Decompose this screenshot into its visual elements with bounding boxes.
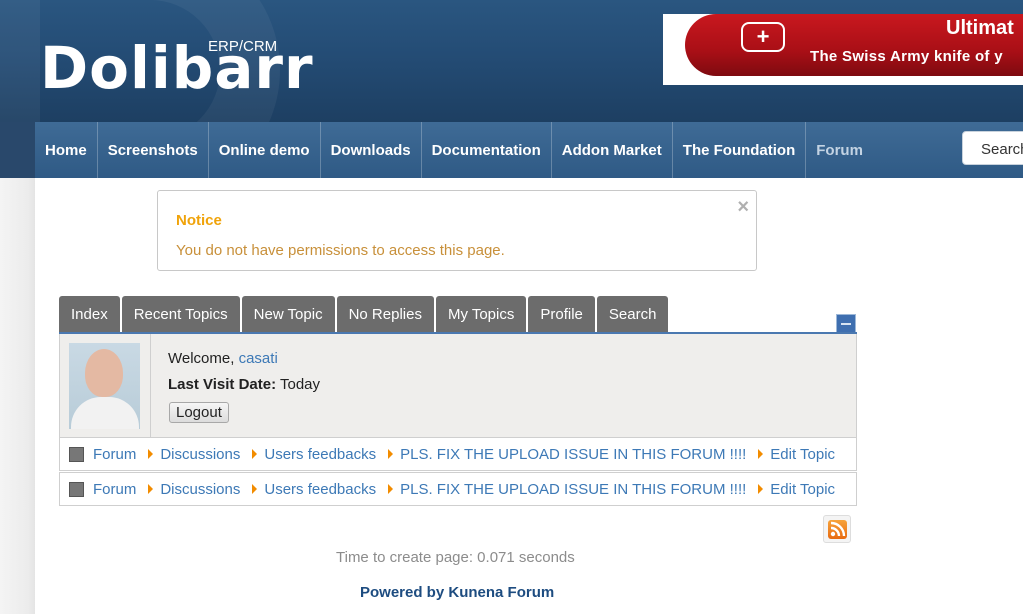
breadcrumb: Forum Discussions Users feedbacks PLS. F…: [59, 437, 857, 471]
breadcrumb-topic[interactable]: PLS. FIX THE UPLOAD ISSUE IN THIS FORUM …: [400, 481, 746, 498]
breadcrumb-discussions[interactable]: Discussions: [160, 446, 240, 463]
nav-the-foundation[interactable]: The Foundation: [673, 122, 807, 178]
nav-forum[interactable]: Forum: [806, 122, 873, 178]
tab-new-topic[interactable]: New Topic: [241, 296, 335, 333]
breadcrumb-forum[interactable]: Forum: [93, 481, 136, 498]
avatar[interactable]: [69, 343, 140, 429]
tab-my-topics[interactable]: My Topics: [435, 296, 527, 333]
breadcrumb-arrow-icon: [148, 484, 154, 494]
last-visit-value: Today: [280, 376, 321, 393]
swiss-cross-icon: +: [741, 22, 785, 52]
tab-search[interactable]: Search: [596, 296, 669, 333]
banner-title: Ultimat: [946, 17, 1014, 39]
powered-by-link[interactable]: Powered by Kunena Forum: [360, 584, 554, 601]
breadcrumb: Forum Discussions Users feedbacks PLS. F…: [59, 472, 857, 506]
notice-box: Notice You do not have permissions to ac…: [157, 190, 757, 271]
breadcrumb-topic[interactable]: PLS. FIX THE UPLOAD ISSUE IN THIS FORUM …: [400, 446, 746, 463]
breadcrumb-forum[interactable]: Forum: [93, 446, 136, 463]
breadcrumb-arrow-icon: [758, 449, 764, 459]
nav-downloads[interactable]: Downloads: [321, 122, 422, 178]
nav-addon-market[interactable]: Addon Market: [552, 122, 673, 178]
breadcrumb-arrow-icon: [252, 484, 258, 494]
breadcrumb-users-feedbacks[interactable]: Users feedbacks: [264, 446, 376, 463]
breadcrumb-arrow-icon: [148, 449, 154, 459]
breadcrumb-discussions[interactable]: Discussions: [160, 481, 240, 498]
forum-tabs: Index Recent Topics New Topic No Replies…: [59, 296, 670, 333]
main-nav: Home Screenshots Online demo Downloads D…: [35, 122, 1023, 178]
welcome-line: Welcome, casati: [168, 350, 278, 367]
last-visit-line: Last Visit Date: Today: [168, 376, 320, 393]
forum-square-icon: [69, 481, 84, 497]
search-input[interactable]: Search: [962, 131, 1023, 165]
welcome-label: Welcome,: [168, 350, 235, 367]
avatar-body-shape: [71, 397, 139, 429]
left-shadow: [0, 178, 35, 614]
notice-message: You do not have permissions to access th…: [176, 242, 505, 259]
breadcrumb-arrow-icon: [758, 484, 764, 494]
banner-subtitle: The Swiss Army knife of y: [810, 48, 1003, 65]
close-icon[interactable]: ×: [737, 197, 749, 217]
rss-feed-graphic: [828, 520, 847, 539]
nav-screenshots[interactable]: Screenshots: [98, 122, 209, 178]
logout-button[interactable]: Logout: [169, 402, 229, 423]
breadcrumb-arrow-icon: [388, 449, 394, 459]
breadcrumb-arrow-icon: [252, 449, 258, 459]
tab-index[interactable]: Index: [59, 296, 120, 333]
rss-icon[interactable]: [823, 515, 851, 543]
logo-subtitle: ERP/CRM: [208, 38, 278, 55]
avatar-cell: [60, 334, 151, 437]
breadcrumb-arrow-icon: [388, 484, 394, 494]
breadcrumb-edit-topic[interactable]: Edit Topic: [770, 481, 835, 498]
forum-square-icon: [69, 446, 84, 462]
nav-online-demo[interactable]: Online demo: [209, 122, 321, 178]
tab-recent-topics[interactable]: Recent Topics: [121, 296, 240, 333]
nav-home[interactable]: Home: [35, 122, 98, 178]
collapse-icon[interactable]: [836, 314, 856, 333]
avatar-head-shape: [85, 349, 123, 397]
nav-documentation[interactable]: Documentation: [422, 122, 552, 178]
ad-banner[interactable]: + Ultimat The Swiss Army knife of y: [663, 14, 1023, 85]
tab-profile[interactable]: Profile: [528, 296, 595, 333]
username-link[interactable]: casati: [239, 350, 278, 367]
site-header: Dolibarr ERP/CRM + Ultimat The Swiss Arm…: [0, 0, 1023, 178]
tab-no-replies[interactable]: No Replies: [336, 296, 434, 333]
breadcrumb-users-feedbacks[interactable]: Users feedbacks: [264, 481, 376, 498]
notice-title: Notice: [176, 212, 222, 229]
breadcrumb-edit-topic[interactable]: Edit Topic: [770, 446, 835, 463]
last-visit-label: Last Visit Date:: [168, 376, 277, 393]
profile-box: Welcome, casati Last Visit Date: Today L…: [59, 334, 857, 438]
page-timer: Time to create page: 0.071 seconds: [336, 549, 575, 566]
